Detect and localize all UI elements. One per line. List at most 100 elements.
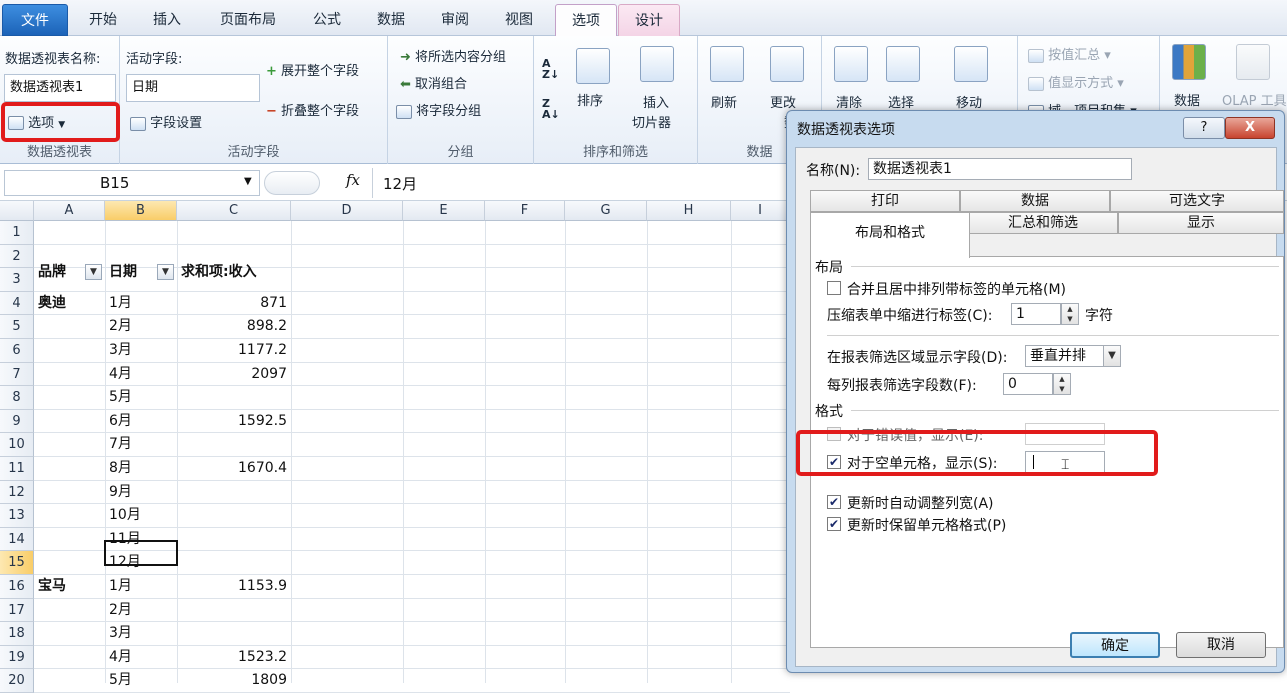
olap-tools-button[interactable]: OLAP 工具 [1222,90,1287,109]
sort-za-icon[interactable]: Z A↓ [542,98,560,120]
field-settings-button[interactable]: 字段设置 [130,112,202,131]
cell-value[interactable] [177,551,291,574]
change-source-button[interactable]: 更改 [770,92,796,111]
group-selection-button[interactable]: ➜ 将所选内容分组 [400,46,506,65]
tab-insert[interactable]: 插入 [136,4,198,36]
cell-value[interactable]: 1670.4 [177,457,291,480]
autofit-checkbox[interactable]: ✔ [827,495,841,509]
cell-value[interactable] [177,622,291,645]
row-header[interactable]: 4 [0,291,34,316]
sort-az-icon[interactable]: A Z↓ [542,58,559,80]
tab-file[interactable]: 文件 [2,4,68,36]
ungroup-button[interactable]: ⬅ 取消组合 [400,73,467,92]
show-values-as-button[interactable]: 值显示方式 ▾ [1028,72,1124,91]
formula-input[interactable]: 12月 [383,173,417,194]
row-header[interactable]: 6 [0,339,34,363]
cell-date[interactable]: 3月 [109,339,175,362]
cell-date[interactable]: 6月 [109,410,175,433]
cell-brand[interactable] [38,551,104,574]
cell-value[interactable]: 1523.2 [177,646,291,669]
pivot-name-input[interactable]: 数据透视表1 [4,74,116,102]
indent-input[interactable]: 1 [1011,303,1061,325]
cell-value[interactable]: 1153.9 [177,575,291,598]
cell-value[interactable]: 871 [177,292,291,315]
cell-brand[interactable] [38,481,104,504]
filter-fields-spinner[interactable]: ▲ ▼ [1053,373,1071,395]
cell-value[interactable] [177,481,291,504]
row-header[interactable]: 13 [0,504,34,528]
cell-brand[interactable] [38,646,104,669]
cell-brand[interactable] [38,386,104,409]
cell-brand[interactable] [38,622,104,645]
cell-date[interactable]: 2月 [109,599,175,622]
tab-view[interactable]: 视图 [488,4,550,36]
row-header[interactable]: 3 [0,268,34,292]
row-header[interactable]: 20 [0,669,34,693]
tab-display[interactable]: 显示 [1118,212,1284,234]
name-input[interactable]: 数据透视表1 [868,158,1132,180]
sort-button[interactable]: 排序 [577,90,603,109]
cell-date[interactable]: 5月 [109,386,175,409]
row-header[interactable]: 15 [0,551,34,575]
group-field-button[interactable]: 将字段分组 [396,100,481,119]
cell-value[interactable]: 1177.2 [177,339,291,362]
tab-layout-format[interactable]: 布局和格式 [810,212,970,258]
column-header-c[interactable]: C [177,201,291,221]
column-header-i[interactable]: I [731,201,790,221]
cell-brand[interactable]: 奥迪 [38,292,104,315]
merge-center-checkbox[interactable] [827,281,841,295]
cell-brand[interactable] [38,339,104,362]
cell-brand[interactable] [38,315,104,338]
tab-formulas[interactable]: 公式 [296,4,358,36]
indent-spinner[interactable]: ▲ ▼ [1061,303,1079,325]
date-filter-active-icon[interactable]: ▼ [157,264,174,280]
row-header[interactable]: 11 [0,457,34,481]
cell-value[interactable] [177,386,291,409]
cell-date[interactable]: 4月 [109,646,175,669]
cell-date[interactable]: 5月 [109,669,175,692]
column-header-e[interactable]: E [403,201,485,221]
column-header-f[interactable]: F [485,201,565,221]
row-header[interactable]: 17 [0,598,34,623]
cell-date[interactable]: 4月 [109,363,175,386]
cell-brand[interactable] [38,599,104,622]
tab-alt-text[interactable]: 可选文字 [1110,190,1284,212]
cell-date[interactable]: 7月 [109,433,175,456]
ok-button[interactable]: 确定 [1070,632,1160,658]
cell-value[interactable]: 1592.5 [177,410,291,433]
move-button[interactable]: 移动 [956,92,982,111]
name-box[interactable]: B15 [4,170,260,196]
column-header-h[interactable]: H [647,201,731,221]
tab-options[interactable]: 选项 [555,4,617,37]
cell-value[interactable] [177,504,291,527]
insert-slicer-button[interactable]: 插入 [643,92,669,111]
name-box-dropdown-icon[interactable]: ▼ [244,176,252,187]
cell-value[interactable] [177,528,291,551]
cancel-button[interactable]: 取消 [1176,632,1266,658]
cell-date[interactable]: 1月 [109,292,175,315]
summarize-by-button[interactable]: 按值汇总 ▾ [1028,44,1111,63]
cell-date[interactable]: 1月 [109,575,175,598]
insert-slicer-button-2[interactable]: 切片器 [632,112,671,131]
filter-area-dropdown-icon[interactable]: ▼ [1103,345,1121,367]
row-header[interactable]: 8 [0,386,34,410]
row-header[interactable]: 7 [0,362,34,387]
cell-date[interactable]: 8月 [109,457,175,480]
selected-cell-b15[interactable] [104,540,178,566]
cell-date[interactable]: 9月 [109,481,175,504]
cell-brand[interactable] [38,504,104,527]
brand-filter-dropdown-icon[interactable]: ▼ [85,264,102,280]
row-header[interactable]: 19 [0,645,34,670]
tab-review[interactable]: 审阅 [424,4,486,36]
active-field-input[interactable]: 日期 [126,74,260,102]
cell-brand[interactable] [38,363,104,386]
tab-data[interactable]: 数据 [360,4,422,36]
select-button[interactable]: 选择 [888,92,914,111]
collapse-field-button[interactable]: − 折叠整个字段 [266,100,359,119]
clear-button[interactable]: 清除 [836,92,862,111]
cell-value[interactable] [177,433,291,456]
row-header[interactable]: 12 [0,480,34,505]
row-header[interactable]: 14 [0,527,34,552]
cell-brand[interactable]: 宝马 [38,575,104,598]
pivot-chart-button[interactable]: 数据 [1174,90,1200,109]
